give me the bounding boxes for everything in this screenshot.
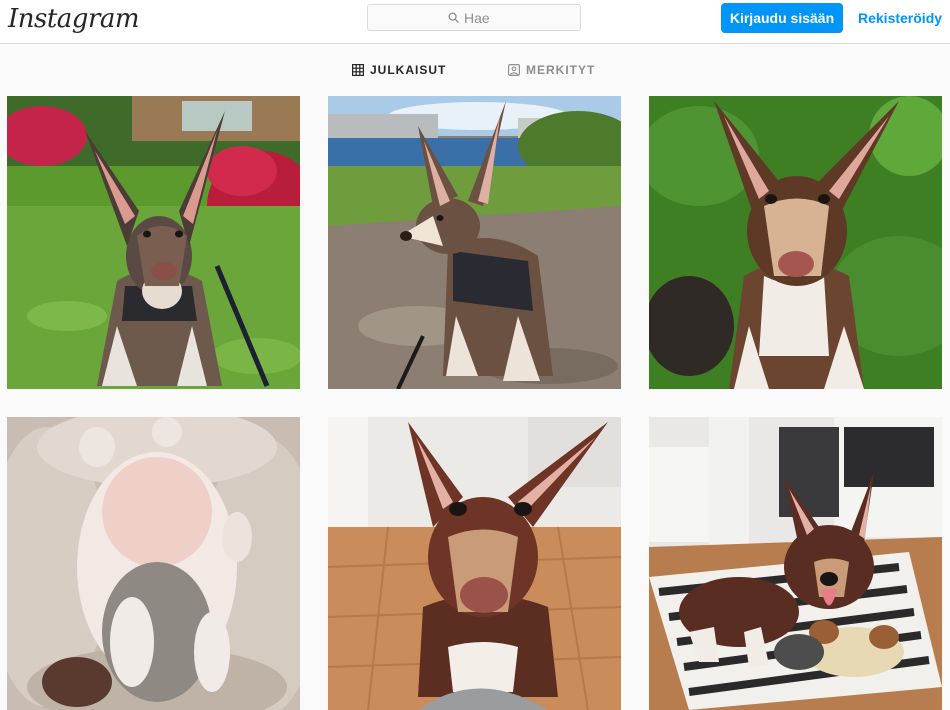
post-photo — [649, 417, 942, 710]
tab-posts-label: JULKAISUT — [370, 63, 447, 77]
post-tile[interactable] — [7, 417, 300, 710]
post-tile[interactable] — [649, 417, 942, 710]
post-photo — [649, 96, 942, 389]
login-button[interactable]: Kirjaudu sisään — [721, 3, 843, 33]
post-photo — [328, 96, 621, 389]
tab-tagged[interactable]: MERKITYT — [508, 56, 595, 84]
post-tile[interactable] — [328, 417, 621, 710]
post-photo — [328, 417, 621, 710]
profile-tabs: JULKAISUT MERKITYT — [0, 56, 950, 84]
post-tile[interactable] — [7, 96, 300, 389]
search-input[interactable] — [368, 5, 580, 30]
tab-posts[interactable]: JULKAISUT — [352, 56, 446, 84]
search-box[interactable] — [367, 4, 581, 31]
tab-tagged-label: MERKITYT — [526, 63, 596, 77]
post-photo — [7, 96, 300, 389]
post-tile[interactable] — [649, 96, 942, 389]
top-navigation-bar: Instagram Kirjaudu sisään Rekisteröidy — [0, 0, 950, 44]
post-tile[interactable] — [328, 96, 621, 389]
instagram-logo[interactable]: Instagram — [8, 2, 140, 36]
grid-icon — [352, 64, 364, 76]
tagged-icon — [508, 64, 520, 76]
register-link[interactable]: Rekisteröidy — [858, 9, 942, 27]
post-photo — [7, 417, 300, 710]
